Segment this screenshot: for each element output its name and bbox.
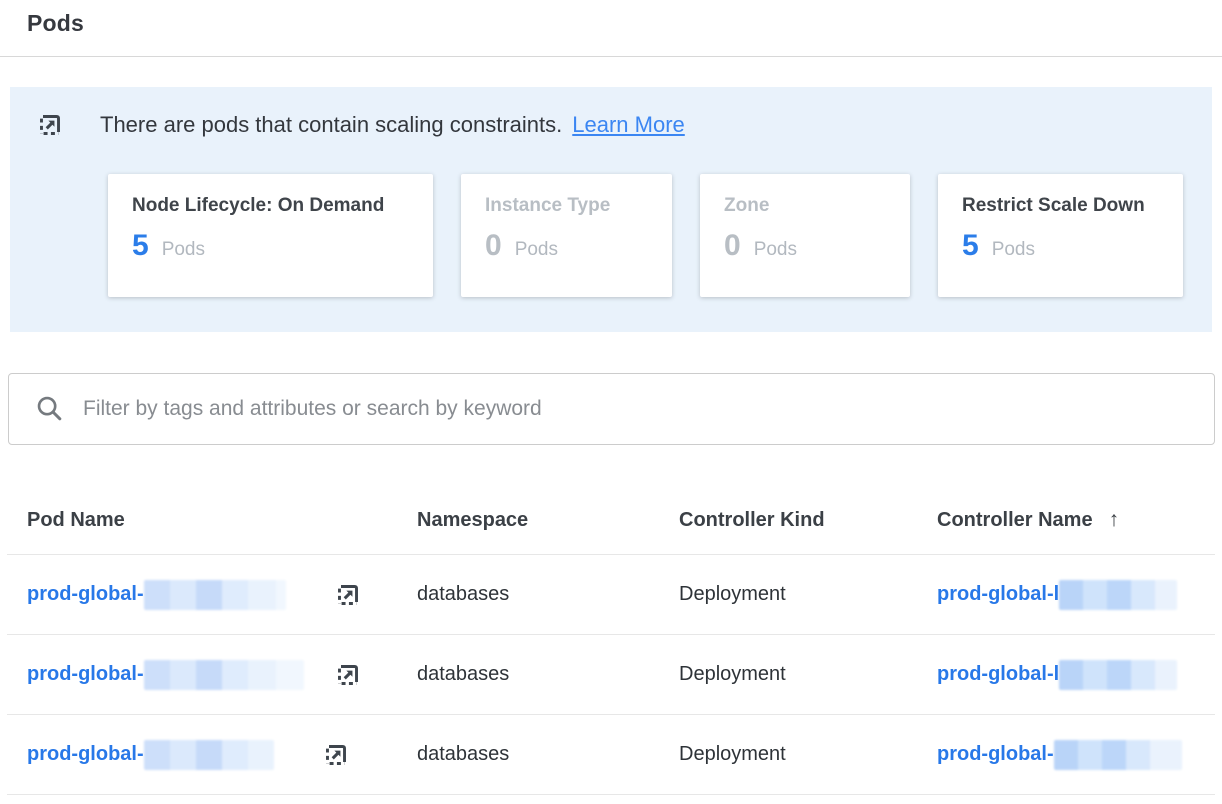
constraint-cards: Node Lifecycle: On Demand 5 Pods Instanc… [108, 174, 1212, 297]
pod-name-cell: prod-global- [7, 660, 417, 690]
redacted-pod-name [144, 740, 274, 770]
column-header-controller-kind[interactable]: Controller Kind [679, 509, 937, 532]
table-row: prod-global- databases Deployment prod-g… [7, 555, 1215, 635]
redacted-pod-name [144, 660, 304, 690]
controller-name-link[interactable]: prod-global-l [937, 583, 1059, 606]
card-count: 0 Pods [485, 229, 648, 263]
scale-out-icon [36, 111, 64, 139]
card-title: Restrict Scale Down [962, 195, 1159, 217]
pod-name-cell: prod-global- [7, 740, 417, 770]
namespace-cell: databases [417, 743, 679, 766]
column-header-pod-name[interactable]: Pod Name [7, 509, 417, 532]
title-divider [0, 56, 1222, 57]
scale-out-icon[interactable] [334, 661, 362, 689]
sort-ascending-icon[interactable]: ↑ [1109, 508, 1120, 531]
table-row: prod-global- databases Deployment prod-g… [7, 635, 1215, 715]
learn-more-link[interactable]: Learn More [572, 112, 685, 137]
namespace-cell: databases [417, 663, 679, 686]
filter-search-bar[interactable] [8, 373, 1215, 445]
pod-name-link[interactable]: prod-global- [27, 663, 144, 686]
pod-name-link[interactable]: prod-global- [27, 743, 144, 766]
card-title: Zone [724, 195, 886, 217]
card-count: 5 Pods [962, 229, 1159, 263]
redacted-controller-name [1054, 740, 1182, 770]
card-node-lifecycle[interactable]: Node Lifecycle: On Demand 5 Pods [108, 174, 433, 297]
card-instance-type[interactable]: Instance Type 0 Pods [461, 174, 672, 297]
card-count: 5 Pods [132, 229, 409, 263]
scaling-constraints-banner: There are pods that contain scaling cons… [10, 87, 1212, 332]
search-icon [35, 394, 65, 424]
controller-name-cell: prod-global-l [937, 660, 1215, 690]
pods-table: Pod Name Namespace Controller Kind Contr… [7, 445, 1215, 795]
page-title: Pods [0, 0, 1222, 37]
pods-page: Pods There are pods that contain scaling… [0, 0, 1222, 804]
card-count-value: 0 [485, 229, 502, 263]
pod-name-link[interactable]: prod-global- [27, 583, 144, 606]
card-restrict-scale-down[interactable]: Restrict Scale Down 5 Pods [938, 174, 1183, 297]
namespace-cell: databases [417, 583, 679, 606]
controller-name-link[interactable]: prod-global- [937, 743, 1054, 766]
scale-out-icon[interactable] [334, 581, 362, 609]
card-count-unit: Pods [754, 239, 797, 261]
table-header-row: Pod Name Namespace Controller Kind Contr… [7, 445, 1215, 555]
card-count-value: 5 [132, 229, 149, 263]
column-header-controller-name[interactable]: Controller Name ↑ [937, 508, 1215, 532]
controller-kind-cell: Deployment [679, 663, 937, 686]
banner-message: There are pods that contain scaling cons… [100, 112, 685, 138]
redacted-pod-name [144, 580, 286, 610]
card-count-unit: Pods [162, 239, 205, 261]
controller-name-cell: prod-global- [937, 740, 1215, 770]
card-count-value: 0 [724, 229, 741, 263]
card-count-value: 5 [962, 229, 979, 263]
search-input[interactable] [83, 397, 1194, 421]
controller-kind-cell: Deployment [679, 583, 937, 606]
scale-out-icon[interactable] [322, 741, 350, 769]
card-title: Instance Type [485, 195, 648, 217]
controller-kind-cell: Deployment [679, 743, 937, 766]
card-count: 0 Pods [724, 229, 886, 263]
card-count-unit: Pods [515, 239, 558, 261]
table-row: prod-global- databases Deployment prod-g… [7, 715, 1215, 795]
card-title: Node Lifecycle: On Demand [132, 195, 409, 217]
controller-name-cell: prod-global-l [937, 580, 1215, 610]
card-count-unit: Pods [992, 239, 1035, 261]
controller-name-link[interactable]: prod-global-l [937, 663, 1059, 686]
banner-header: There are pods that contain scaling cons… [36, 111, 1212, 139]
column-header-label: Controller Name [937, 509, 1093, 531]
card-zone[interactable]: Zone 0 Pods [700, 174, 910, 297]
pod-name-cell: prod-global- [7, 580, 417, 610]
redacted-controller-name [1059, 580, 1177, 610]
redacted-controller-name [1059, 660, 1177, 690]
column-header-namespace[interactable]: Namespace [417, 509, 679, 532]
banner-message-text: There are pods that contain scaling cons… [100, 112, 562, 137]
